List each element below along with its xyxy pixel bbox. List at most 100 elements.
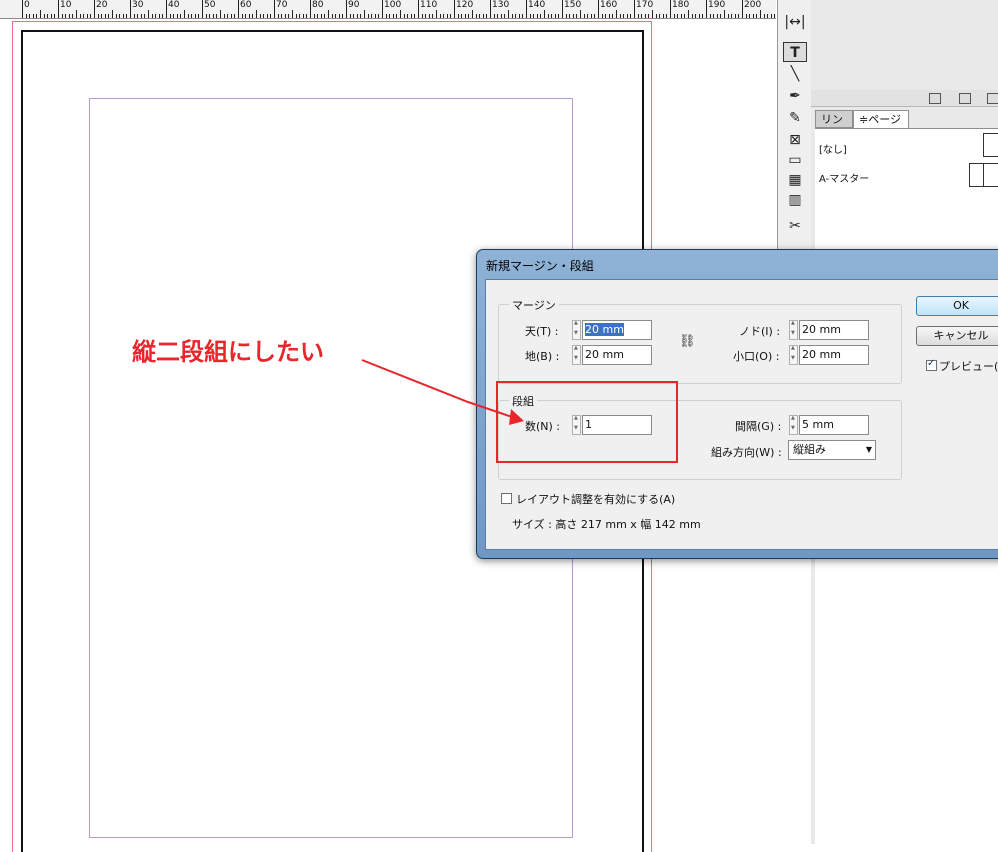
ruler-tick <box>554 14 556 18</box>
top-margin-stepper[interactable] <box>572 320 581 340</box>
ruler-tick <box>608 14 610 18</box>
ruler-tick <box>238 0 239 18</box>
ruler-tick <box>504 14 506 18</box>
frame-grid-tool-icon[interactable]: ▥ <box>783 190 807 210</box>
folder-icon[interactable] <box>929 93 941 104</box>
ruler-tick <box>61 14 63 18</box>
inside-margin-stepper[interactable] <box>789 320 798 340</box>
ruler-label: 0 <box>24 0 30 10</box>
ruler-tick <box>72 14 74 18</box>
outside-margin-stepper[interactable] <box>789 345 798 365</box>
ruler-tick <box>367 14 369 18</box>
ruler-tick <box>198 14 200 18</box>
ruler-tick <box>626 14 628 18</box>
ruler-tick <box>529 14 531 18</box>
ruler-tick <box>302 14 304 18</box>
scissors-tool-icon[interactable]: ✂ <box>783 216 807 236</box>
tab-pages[interactable]: ≑ページ <box>853 110 909 128</box>
type-tool-icon[interactable]: T <box>783 42 807 62</box>
ruler-tick <box>155 14 157 18</box>
pen-tool-icon[interactable]: ✒ <box>783 86 807 106</box>
ruler-tick <box>623 14 625 18</box>
line-tool-icon[interactable]: ╲ <box>783 64 807 84</box>
gutter-label: 間隔(G) : <box>735 420 782 433</box>
ruler-tick <box>659 14 661 18</box>
ruler-label: 90 <box>348 0 360 10</box>
tab-links[interactable]: リンク <box>815 110 853 144</box>
trash-icon[interactable] <box>987 93 998 104</box>
ruler-label: 180 <box>672 0 690 10</box>
cancel-button[interactable]: キャンセル <box>916 326 998 346</box>
ruler-tick <box>688 10 689 18</box>
ruler-tick <box>734 14 736 18</box>
ruler-tick <box>292 10 293 18</box>
ruler-tick <box>148 10 149 18</box>
rectangle-tool-icon[interactable]: ▭ <box>783 150 807 170</box>
ruler-tick <box>40 10 41 18</box>
ruler-tick <box>277 14 279 18</box>
ruler-tick <box>742 0 743 18</box>
ruler-tick <box>454 0 455 18</box>
ruler-tick <box>245 14 247 18</box>
ruler-tick <box>497 14 499 18</box>
horizontal-ruler[interactable]: 0 10 20 30 40 50 60 70 80 90 100 110 120 130 140 150 160… <box>0 0 776 19</box>
gap-tool-icon[interactable]: |↔| <box>783 12 807 32</box>
gutter-field[interactable]: 5 mm <box>799 415 869 435</box>
master-none-label[interactable]: [なし] <box>819 141 847 156</box>
ruler-tick <box>382 0 383 18</box>
ruler-tick <box>47 14 49 18</box>
ruler-tick <box>389 14 391 18</box>
tools-panel: |↔| T ╲ ✒ ✎ ⊠ ▭ ▦ ▥ ✂ <box>777 0 813 250</box>
outside-margin-label: 小口(O) : <box>733 350 780 363</box>
ruler-tick <box>551 14 553 18</box>
ruler-tick <box>720 14 722 18</box>
new-page-icon[interactable] <box>959 93 971 104</box>
pencil-tool-icon[interactable]: ✎ <box>783 108 807 128</box>
ruler-tick <box>263 14 265 18</box>
rectangle-frame-tool-icon[interactable]: ⊠ <box>783 130 807 150</box>
master-none-thumbnail[interactable] <box>983 133 998 157</box>
chain-link-icon[interactable]: ⛓ <box>679 334 696 349</box>
ruler-tick <box>400 10 401 18</box>
outside-margin-field[interactable]: 20 mm <box>799 345 869 365</box>
a-master-right-thumbnail[interactable] <box>983 163 998 187</box>
ruler-label: 200 <box>744 0 762 10</box>
ruler-label: 40 <box>168 0 180 10</box>
preview-checkbox[interactable] <box>926 358 937 371</box>
ruler-tick <box>475 14 477 18</box>
gutter-stepper[interactable] <box>789 415 798 435</box>
bottom-margin-field[interactable]: 20 mm <box>582 345 652 365</box>
top-margin-field[interactable]: 20 mm <box>582 320 652 340</box>
ruler-tick <box>472 10 473 18</box>
ruler-tick <box>335 14 337 18</box>
ruler-tick <box>587 14 589 18</box>
ruler-label: 50 <box>204 0 216 10</box>
inside-margin-field[interactable]: 20 mm <box>799 320 869 340</box>
ruler-tick <box>108 14 110 18</box>
ruler-tick <box>378 14 380 18</box>
ruler-tick <box>86 14 88 18</box>
ruler-tick <box>137 14 139 18</box>
layout-adjust-checkbox[interactable] <box>501 493 512 504</box>
ruler-tick <box>662 14 664 18</box>
ruler-tick <box>702 14 704 18</box>
panel-tabs: リンク ≑ページ <box>815 110 998 144</box>
ruler-tick <box>43 14 45 18</box>
ruler-tick <box>371 14 373 18</box>
ruler-tick <box>428 14 430 18</box>
preview-label[interactable]: プレビュー(P) <box>939 358 998 374</box>
ruler-tick <box>461 14 463 18</box>
ruler-tick <box>79 14 81 18</box>
ruler-tick <box>522 14 524 18</box>
writing-direction-select[interactable]: 縦組み ▼ <box>788 440 876 460</box>
bottom-margin-stepper[interactable] <box>572 345 581 365</box>
layout-adjust-label[interactable]: レイアウト調整を有効にする(A) <box>516 491 675 507</box>
ruler-tick <box>576 14 578 18</box>
ok-button[interactable]: OK <box>916 296 998 316</box>
inside-margin-label: ノド(I) : <box>739 325 781 338</box>
ruler-tick <box>565 14 567 18</box>
table-tool-icon[interactable]: ▦ <box>783 170 807 190</box>
ruler-tick <box>540 14 542 18</box>
ruler-tick <box>749 14 751 18</box>
a-master-label[interactable]: A-マスター <box>819 170 869 185</box>
